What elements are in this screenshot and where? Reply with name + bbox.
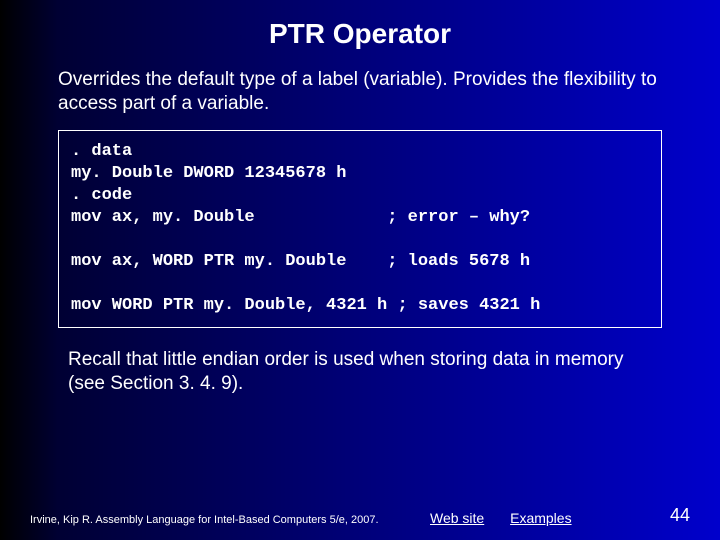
examples-link[interactable]: Examples — [510, 510, 571, 526]
credit-text: Irvine, Kip R. Assembly Language for Int… — [30, 514, 379, 526]
website-link[interactable]: Web site — [430, 510, 484, 526]
slide-title: PTR Operator — [0, 0, 720, 60]
footer-links: Web site Examples — [430, 510, 594, 526]
page-number: 44 — [670, 505, 690, 526]
code-block: . data my. Double DWORD 12345678 h . cod… — [58, 130, 662, 329]
recall-text: Recall that little endian order is used … — [0, 328, 720, 396]
intro-text: Overrides the default type of a label (v… — [0, 60, 720, 116]
